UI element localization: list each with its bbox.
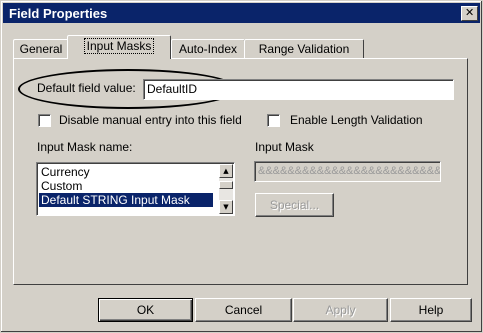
scroll-thumb[interactable] bbox=[219, 181, 233, 189]
tab-general[interactable]: General bbox=[13, 39, 69, 59]
cancel-button[interactable]: Cancel bbox=[195, 298, 292, 322]
enable-length-label: Enable Length Validation bbox=[290, 113, 423, 127]
arrow-up-icon: ▲ bbox=[223, 167, 229, 175]
enable-length-checkbox[interactable] bbox=[267, 114, 280, 127]
default-field-input[interactable]: DefaultID bbox=[143, 79, 454, 100]
close-icon: ✕ bbox=[465, 6, 475, 19]
arrow-down-icon: ▼ bbox=[223, 203, 229, 211]
tab-range-validation-label: Range Validation bbox=[258, 42, 350, 56]
list-item[interactable]: Custom bbox=[39, 179, 82, 193]
list-scrollbar[interactable]: ▲ ▼ bbox=[219, 164, 233, 214]
tab-input-masks-label: Input Masks bbox=[83, 38, 155, 54]
mask-name-label: Input Mask name: bbox=[37, 140, 133, 154]
scroll-down-button[interactable]: ▼ bbox=[219, 200, 233, 214]
help-button[interactable]: Help bbox=[390, 298, 472, 322]
disable-manual-label: Disable manual entry into this field bbox=[59, 113, 242, 127]
input-mask-label: Input Mask bbox=[255, 140, 314, 154]
scroll-up-button[interactable]: ▲ bbox=[219, 164, 233, 178]
list-item[interactable]: Currency bbox=[39, 165, 90, 179]
title-bar[interactable]: Field Properties ✕ bbox=[3, 3, 480, 23]
disable-manual-checkbox[interactable] bbox=[38, 114, 51, 127]
list-item[interactable]: ... bbox=[39, 207, 51, 215]
close-button[interactable]: ✕ bbox=[461, 6, 478, 21]
list-item-selected[interactable]: Default STRING Input Mask bbox=[39, 193, 213, 207]
ok-button[interactable]: OK bbox=[98, 298, 193, 322]
dialog-title: Field Properties bbox=[9, 6, 108, 21]
tab-input-masks[interactable]: Input Masks bbox=[67, 35, 171, 59]
tab-general-label: General bbox=[19, 42, 63, 56]
mask-name-list[interactable]: Currency Custom Default STRING Input Mas… bbox=[36, 162, 235, 216]
tab-auto-index[interactable]: Auto-Index bbox=[171, 39, 245, 59]
default-field-label: Default field value: bbox=[37, 81, 136, 95]
special-button[interactable]: Special... bbox=[255, 193, 334, 217]
tab-range-validation[interactable]: Range Validation bbox=[244, 39, 364, 59]
input-mask-field[interactable]: &&&&&&&&&&&&&&&&&&&&&&&&&& bbox=[254, 161, 441, 182]
apply-button[interactable]: Apply bbox=[293, 298, 388, 322]
tab-auto-index-label: Auto-Index bbox=[178, 42, 238, 56]
field-properties-dialog: Field Properties ✕ General Input Masks A… bbox=[0, 0, 483, 333]
